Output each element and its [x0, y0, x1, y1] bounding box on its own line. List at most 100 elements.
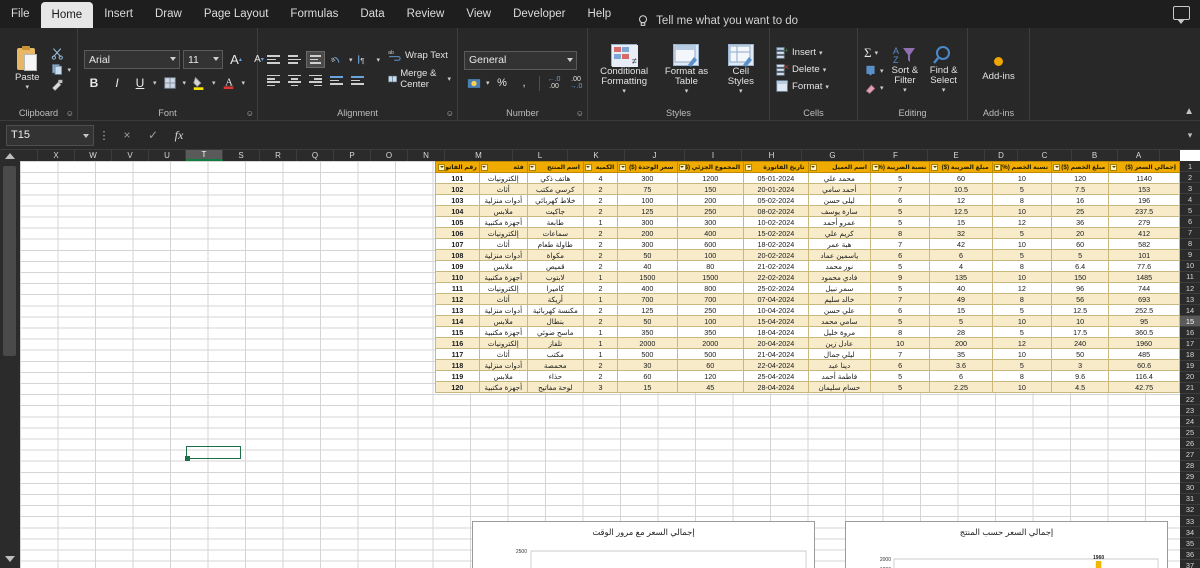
orientation-button[interactable]: a	[327, 50, 347, 69]
filter-dropdown-icon[interactable]	[931, 163, 939, 171]
cell-category[interactable]: أثاث	[478, 238, 528, 250]
conditional-formatting-button[interactable]: ≠ Conditional Formatting ▾	[595, 44, 653, 95]
merge-center-button[interactable]: Merge & Center ▾	[388, 68, 451, 90]
row-header-7[interactable]: 7	[1180, 228, 1200, 239]
cut-button[interactable]	[51, 47, 71, 60]
column-header-A[interactable]: A	[1118, 150, 1160, 161]
cell-tax_pct[interactable]: 8	[870, 326, 931, 338]
cell-product[interactable]: أريكة	[526, 293, 584, 305]
cell-date[interactable]: 05-01-2024	[743, 172, 809, 184]
cell-subtotal[interactable]: 350	[676, 326, 745, 338]
cancel-entry-button[interactable]: ×	[114, 128, 140, 142]
row-header-33[interactable]: 33	[1180, 516, 1200, 528]
cell-discount_pct[interactable]: 5	[991, 183, 1053, 195]
cell-product[interactable]: طاولة طعام	[526, 238, 584, 250]
cell-subtotal[interactable]: 2000	[676, 337, 745, 349]
column-filter-G[interactable]: تاريخ الفاتورة	[743, 161, 809, 173]
column-filter-L[interactable]: مبلغ الخصم ($)	[1051, 161, 1110, 173]
column-filter-D[interactable]: الكمية	[582, 161, 619, 173]
cell-tax_amt[interactable]: 12.5	[929, 205, 993, 217]
column-filter-C[interactable]: اسم المنتج	[526, 161, 584, 173]
cell-product[interactable]: محمصة	[526, 359, 584, 371]
font-family-input[interactable]: Arial	[84, 50, 180, 69]
cell-subtotal[interactable]: 250	[676, 304, 745, 316]
cell-tax_pct[interactable]: 7	[870, 348, 931, 360]
confirm-entry-button[interactable]: ✓	[140, 128, 166, 142]
cell-qty[interactable]: 2	[582, 227, 619, 239]
cell-tax_pct[interactable]: 5	[870, 260, 931, 272]
cell-category[interactable]: أجهزة مكتبية	[478, 216, 528, 228]
row-header-31[interactable]: 31	[1180, 494, 1200, 505]
row-header-18[interactable]: 18	[1180, 350, 1200, 361]
cell-invoice[interactable]: 117	[435, 348, 480, 360]
table-row[interactable]: 95 10 10 5 5 سامي محمد 15-04-2024 100 50 2 بنطال مل…	[435, 315, 1180, 327]
table-row[interactable]: 153 7.5 5 10.5 7 أحمد سامي 20-01-2024 150 75 2 كرس…	[435, 183, 1180, 195]
cell-category[interactable]: إلكترونيات	[478, 227, 528, 239]
cell-tax_pct[interactable]: 5	[870, 282, 931, 294]
cell-total[interactable]: 60.6	[1108, 359, 1180, 371]
wrap-text-button[interactable]: ab Wrap Text	[388, 49, 451, 61]
clipboard-dialog-launcher[interactable]: ⎉	[67, 109, 73, 119]
cell-qty[interactable]: 1	[582, 337, 619, 349]
table-row[interactable]: 252.5 12.5 5 15 6 علي حسن 10-04-2024 250 125 2 مكن…	[435, 304, 1180, 316]
cell-total[interactable]: 412	[1108, 227, 1180, 239]
cell-qty[interactable]: 2	[582, 304, 619, 316]
cell-tax_pct[interactable]: 6	[870, 304, 931, 316]
cell-tax_amt[interactable]: 28	[929, 326, 993, 338]
cell-tax_amt[interactable]: 40	[929, 282, 993, 294]
cell-date[interactable]: 18-04-2024	[743, 326, 809, 338]
cell-tax_amt[interactable]: 49	[929, 293, 993, 305]
alignment-dialog-launcher[interactable]: ⎉	[447, 109, 453, 119]
column-header-T[interactable]: T	[186, 150, 223, 161]
fill-color-button[interactable]	[189, 73, 209, 92]
underline-button[interactable]: U	[130, 73, 150, 92]
cell-category[interactable]: ملابس	[478, 260, 528, 272]
cell-discount_pct[interactable]: 10	[991, 205, 1053, 217]
cell-subtotal[interactable]: 1500	[676, 271, 745, 283]
cell-tax_amt[interactable]: 10.5	[929, 183, 993, 195]
name-box[interactable]: T15	[6, 124, 94, 146]
cell-tax_pct[interactable]: 7	[870, 183, 931, 195]
cell-discount_amt[interactable]: 5	[1051, 249, 1110, 261]
cell-qty[interactable]: 3	[582, 381, 619, 393]
cell-qty[interactable]: 2	[582, 282, 619, 294]
cell-unit_price[interactable]: 50	[617, 315, 678, 327]
cell-invoice[interactable]: 114	[435, 315, 480, 327]
cell-product[interactable]: حذاء	[526, 370, 584, 382]
cell-category[interactable]: إلكترونيات	[478, 172, 528, 184]
cell-unit_price[interactable]: 30	[617, 359, 678, 371]
increase-font-size-button[interactable]: A ▴	[226, 50, 246, 69]
table-row[interactable]: 101 5 5 6 6 ياسمين عماد 20-02-2024 100 50 2 مكواة أ…	[435, 249, 1180, 261]
cell-discount_amt[interactable]: 6.4	[1051, 260, 1110, 272]
column-filter-H[interactable]: اسم العميل	[807, 161, 872, 173]
cell-unit_price[interactable]: 1500	[617, 271, 678, 283]
fill-button[interactable]: ▾	[864, 65, 884, 78]
cell-discount_amt[interactable]: 7.5	[1051, 183, 1110, 195]
row-header-24[interactable]: 24	[1180, 416, 1200, 428]
cell-discount_pct[interactable]: 10	[991, 238, 1053, 250]
cell-tax_pct[interactable]: 6	[870, 194, 931, 206]
table-row[interactable]: 412 20 5 32 8 كريم علي 15-02-2024 400 200 2 سماعات…	[435, 227, 1180, 239]
column-header-W[interactable]: W	[75, 150, 112, 161]
row-header-20[interactable]: 20	[1180, 372, 1200, 383]
cell-total[interactable]: 1140	[1108, 172, 1180, 184]
tab-page-layout[interactable]: Page Layout	[193, 1, 280, 28]
cell-product[interactable]: كاميرا	[526, 282, 584, 294]
scrollbar-thumb[interactable]	[3, 166, 16, 356]
cell-subtotal[interactable]: 800	[676, 282, 745, 294]
cell-customer[interactable]: دينا عبد	[807, 359, 872, 371]
cell-invoice[interactable]: 107	[435, 238, 480, 250]
row-header-9[interactable]: 9	[1180, 250, 1200, 261]
cell-product[interactable]: سماعات	[526, 227, 584, 239]
cell-qty[interactable]: 2	[582, 205, 619, 217]
cell-total[interactable]: 116.4	[1108, 370, 1180, 382]
cell-qty[interactable]: 1	[582, 271, 619, 283]
column-header-R[interactable]: R	[260, 150, 297, 161]
cell-discount_amt[interactable]: 3	[1051, 359, 1110, 371]
cell-date[interactable]: 20-04-2024	[743, 337, 809, 349]
copy-button[interactable]: ▾	[51, 63, 71, 76]
cell-customer[interactable]: عادل زين	[807, 337, 872, 349]
row-header-6[interactable]: 6	[1180, 216, 1200, 228]
formula-input[interactable]	[192, 124, 1172, 146]
align-right-button[interactable]	[306, 72, 325, 89]
